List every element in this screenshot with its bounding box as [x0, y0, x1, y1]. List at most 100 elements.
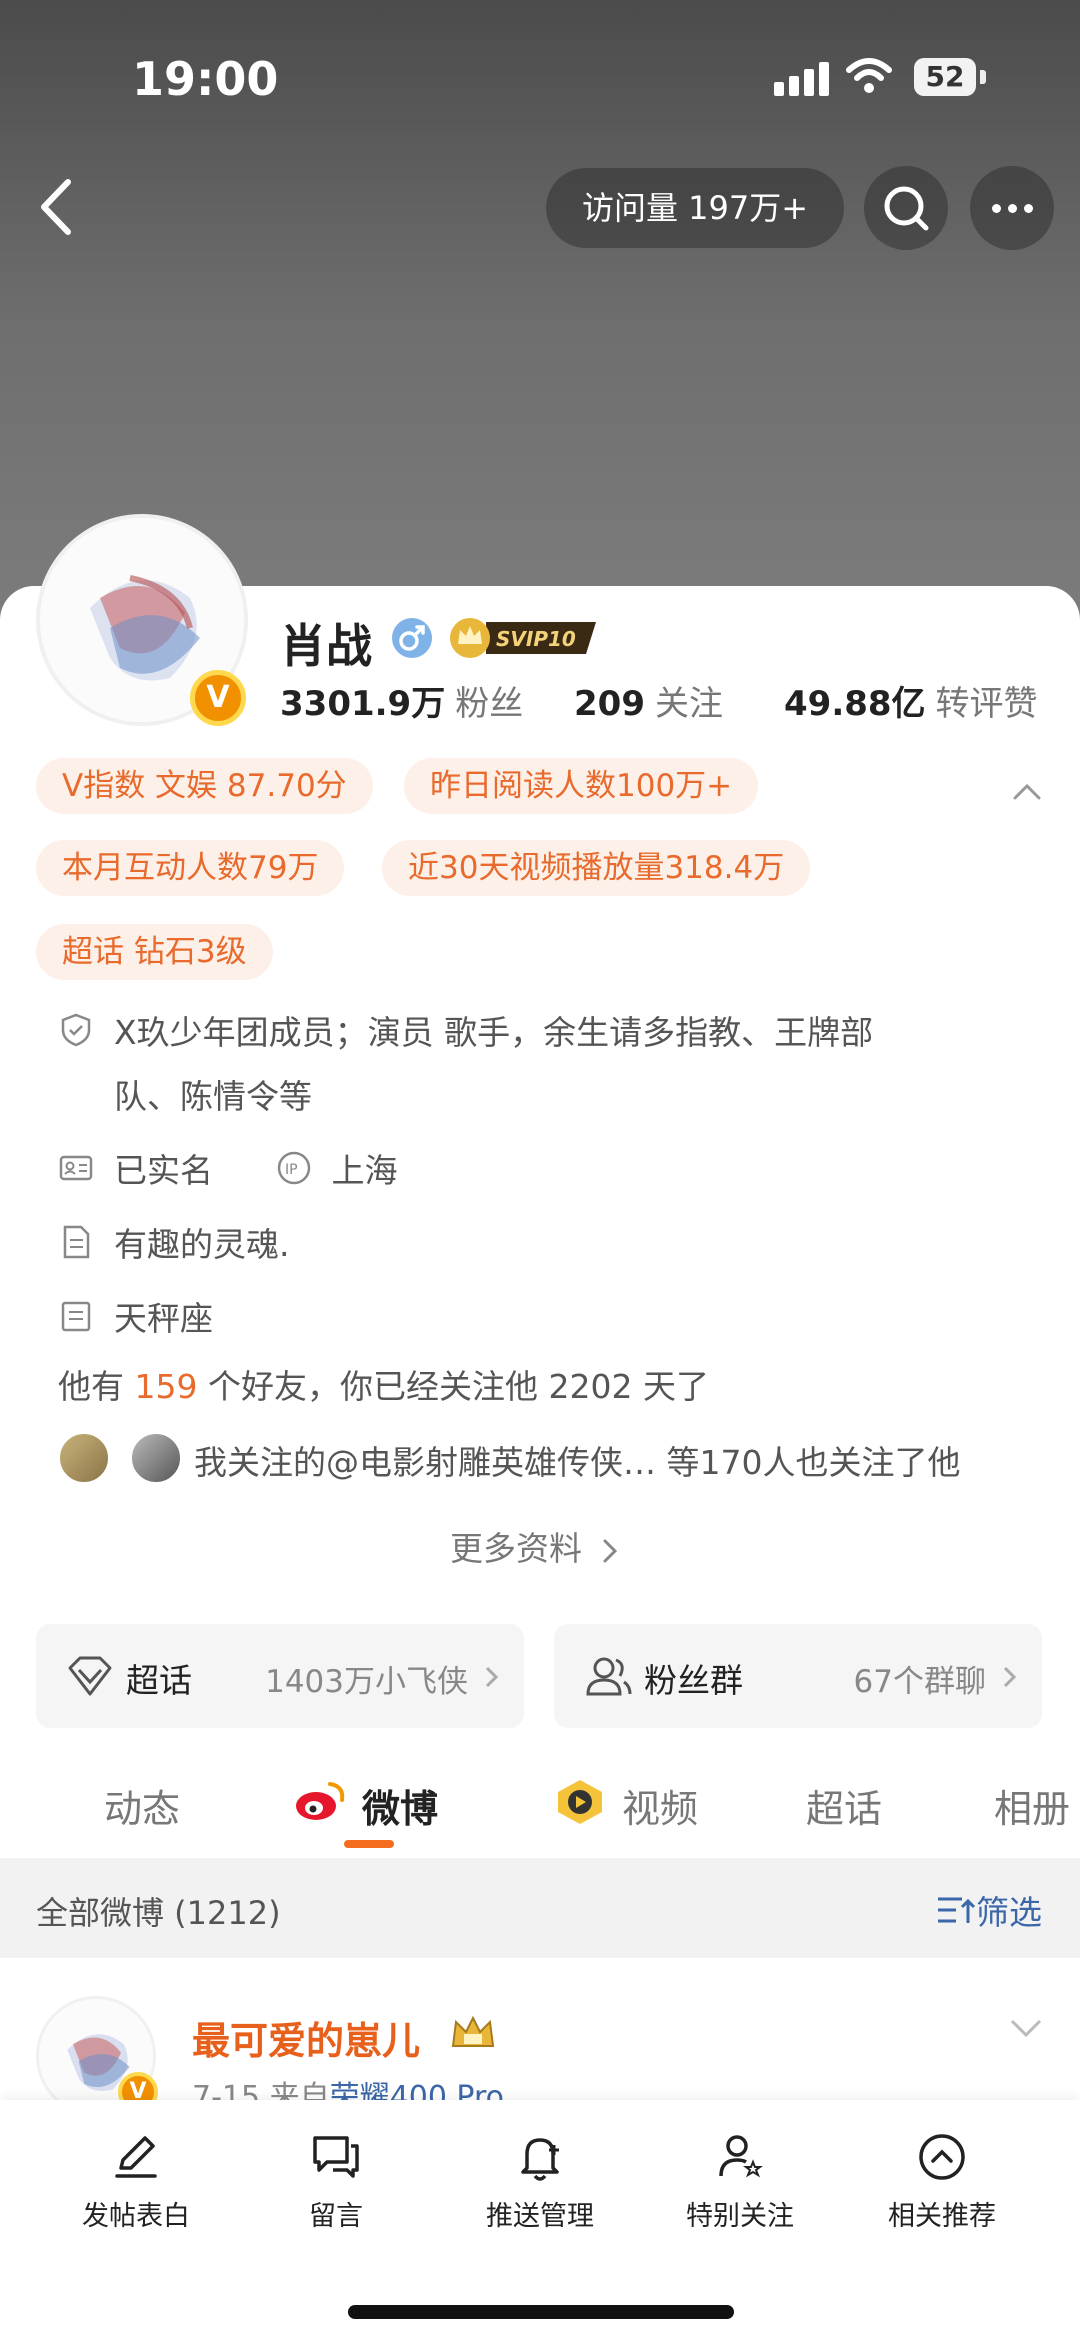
stat-value: 3301.9万	[280, 684, 446, 724]
chevron-right-icon	[603, 1539, 617, 1562]
filter-label: 筛选	[976, 1893, 1042, 1932]
bottom-label: 留言	[309, 2201, 363, 2232]
fan-group-count: 67个群聊	[853, 1664, 986, 1700]
chevron-right-icon	[1003, 1666, 1017, 1688]
all-posts-count: 全部微博 (1212)	[36, 1894, 281, 1932]
profile-tabs: 动态 微博 视频 超话 相册	[0, 1770, 1080, 1850]
verified-badge: V	[190, 670, 246, 726]
collapse-chevron-icon[interactable]	[1012, 776, 1042, 806]
ip-location-text: 上海	[331, 1151, 398, 1190]
chevron-up-circle-icon	[919, 2134, 965, 2180]
tab-activity[interactable]: 动态	[104, 1778, 180, 1833]
home-indicator	[348, 2305, 734, 2319]
post-author-name[interactable]: 最可爱的崽儿	[192, 2010, 420, 2065]
tab-super-topic[interactable]: 超话	[806, 1778, 882, 1833]
visit-count-button[interactable]: 访问量 197万+	[546, 168, 844, 248]
tag-daily-readers[interactable]: 昨日阅读人数100万+	[404, 758, 759, 814]
stat-following[interactable]: 209 关注	[574, 676, 723, 725]
chevron-right-icon	[485, 1666, 499, 1688]
tag-super-topic-level[interactable]: 超话 钻石3级	[36, 924, 273, 980]
tab-album[interactable]: 相册	[994, 1778, 1070, 1833]
push-settings-button[interactable]: 推送管理	[440, 2130, 640, 2233]
filter-bar: 全部微博 (1212) 筛选	[0, 1858, 1080, 1958]
document-icon	[63, 1225, 90, 1259]
intro-text: X玖少年团成员；演员 歌手，余生请多指教、王牌部	[114, 1013, 874, 1052]
constellation-row: 天秤座	[58, 1292, 213, 1340]
bio-text: 有趣的灵魂.	[114, 1225, 290, 1264]
fan-group-card[interactable]: 粉丝群 67个群聊	[554, 1624, 1042, 1728]
friends-prefix: 他有	[58, 1367, 135, 1406]
stat-label: 粉丝	[455, 684, 524, 724]
more-info-label: 更多资料	[450, 1529, 582, 1568]
intro-row: X玖少年团成员；演员 歌手，余生请多指教、王牌部	[58, 1006, 873, 1054]
battery-indicator: 52	[914, 58, 976, 96]
post-love-button[interactable]: 发帖表白	[36, 2130, 236, 2233]
pen-icon	[115, 2136, 157, 2178]
filter-icon	[938, 1897, 976, 1923]
chat-icon	[313, 2136, 359, 2178]
search-button[interactable]	[864, 166, 948, 250]
person-star-icon	[719, 2135, 763, 2178]
verification-row: 已实名 IP 上海	[58, 1144, 398, 1192]
male-gender-icon	[392, 618, 432, 658]
svg-text:IP: IP	[285, 1162, 298, 1178]
special-follow-button[interactable]: 特别关注	[640, 2130, 840, 2233]
shield-icon	[61, 1013, 91, 1047]
bell-icon	[521, 2138, 559, 2181]
bottom-label: 特别关注	[686, 2201, 794, 2232]
friends-count[interactable]: 159	[135, 1367, 198, 1406]
bio-row: 有趣的灵魂.	[58, 1218, 290, 1266]
ip-icon: IP	[277, 1151, 310, 1185]
battery-tip	[980, 70, 986, 84]
related-recommend-button[interactable]: 相关推荐	[842, 2130, 1042, 2233]
calendar-icon	[61, 1301, 91, 1332]
stat-value: 209	[574, 684, 645, 724]
fan-group-label: 粉丝群	[644, 1661, 743, 1700]
diamond-icon	[68, 1656, 112, 1696]
crown-icon	[451, 2015, 495, 2047]
message-button[interactable]: 留言	[236, 2130, 436, 2233]
tag-monthly-interactions[interactable]: 本月互动人数79万	[36, 840, 345, 896]
weibo-logo-icon	[296, 1782, 345, 1820]
more-info-link[interactable]: 更多资料	[450, 1522, 621, 1570]
back-button[interactable]	[24, 170, 84, 244]
stat-interactions[interactable]: 49.88亿 转评赞	[784, 676, 1038, 725]
more-button[interactable]	[970, 166, 1054, 250]
filter-button[interactable]: 筛选	[936, 1886, 1042, 1934]
tag-v-index[interactable]: V指数 文娱 87.70分	[36, 758, 373, 814]
stat-value: 49.88亿	[784, 684, 926, 724]
stat-label: 关注	[654, 684, 723, 724]
wifi-icon	[846, 58, 892, 93]
id-card-icon	[59, 1155, 93, 1181]
group-icon	[586, 1657, 632, 1696]
tag-video-views[interactable]: 近30天视频播放量318.4万	[382, 840, 811, 896]
tab-video[interactable]: 视频	[622, 1778, 698, 1833]
super-topic-card[interactable]: 超话 1403万小飞侠	[36, 1624, 524, 1728]
super-topic-label: 超话	[126, 1661, 192, 1700]
bottom-label: 发帖表白	[82, 2201, 190, 2232]
chevron-down-icon[interactable]	[1008, 2016, 1044, 2040]
verified-name-text: 已实名	[114, 1151, 213, 1190]
bottom-label: 推送管理	[486, 2201, 594, 2232]
tab-weibo[interactable]: 微博	[362, 1778, 438, 1833]
super-topic-count: 1403万小飞侠	[265, 1664, 468, 1700]
constellation-text: 天秤座	[114, 1299, 213, 1338]
friends-row[interactable]: 他有 159 个好友，你已经关注他 2202 天了	[58, 1360, 709, 1408]
signal-icon	[774, 60, 832, 96]
stat-label: 转评赞	[935, 684, 1038, 724]
intro-row-continued: 队、陈情令等	[114, 1070, 312, 1118]
stat-fans[interactable]: 3301.9万 粉丝	[280, 676, 523, 725]
active-tab-indicator	[344, 1840, 394, 1848]
search-icon	[884, 186, 929, 231]
mutual-avatar	[58, 1432, 110, 1484]
bottom-label: 相关推荐	[888, 2201, 996, 2232]
svip-label: SVIP10	[496, 627, 576, 651]
video-icon	[558, 1780, 602, 1824]
profile-name: 肖战	[280, 619, 372, 673]
friends-suffix: 个好友，你已经关注他 2202 天了	[197, 1367, 709, 1406]
status-time: 19:00	[132, 52, 279, 106]
mutual-avatar	[130, 1432, 182, 1484]
intro-text: 队、陈情令等	[114, 1077, 312, 1116]
svip-badge[interactable]: SVIP10	[446, 614, 602, 660]
mutual-followers-text: 我关注的@电影射雕英雄传侠… 等170人也关注了他	[194, 1443, 961, 1482]
